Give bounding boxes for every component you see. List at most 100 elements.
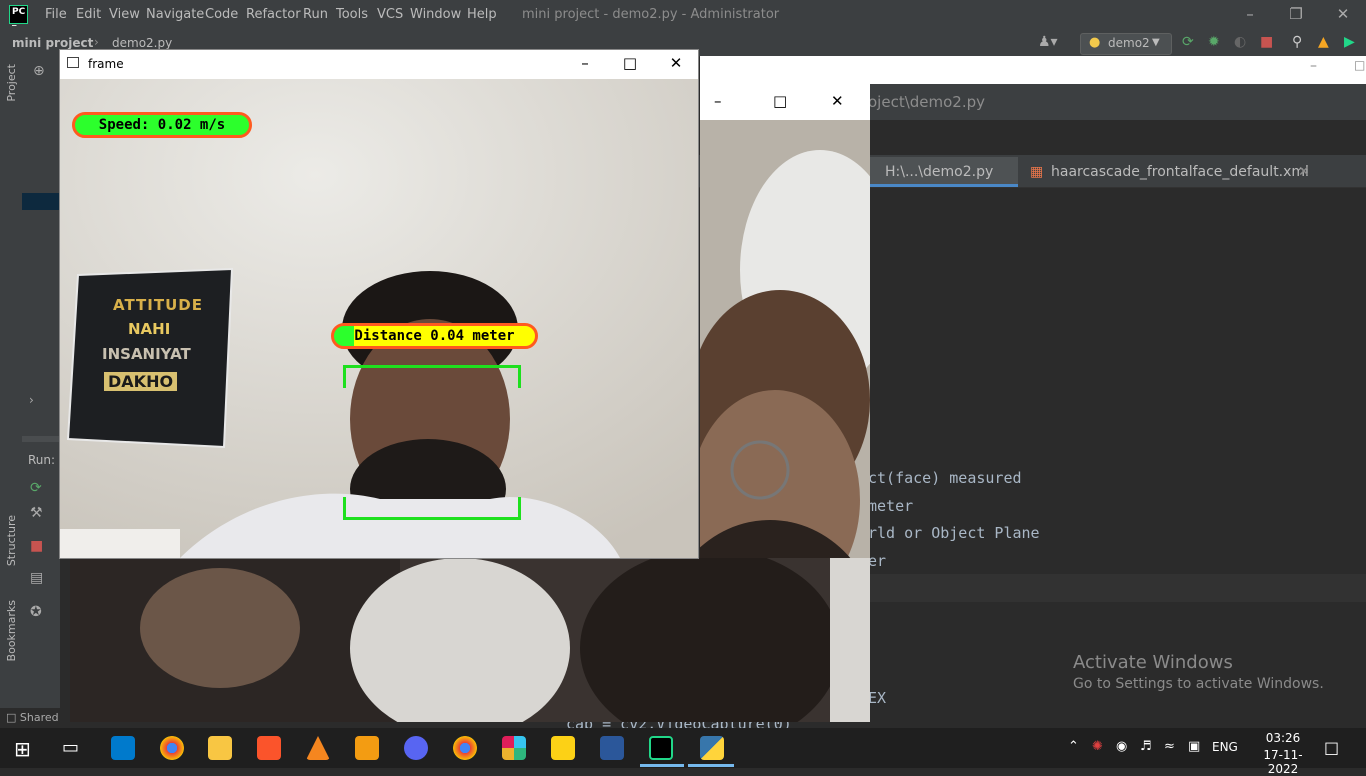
panel-splitter[interactable] (22, 436, 62, 442)
coverage-icon[interactable]: ◐ (1234, 34, 1246, 50)
pin-icon[interactable]: ✪ (30, 604, 42, 620)
close-icon[interactable]: ✕ (666, 54, 686, 72)
chevron-up-icon[interactable]: ⌃ (1068, 739, 1079, 754)
user-icon[interactable]: ♟▾ (1038, 34, 1058, 50)
file-explorer-icon[interactable] (208, 736, 232, 760)
sublime-icon[interactable] (355, 736, 379, 760)
chrome-icon[interactable] (453, 736, 477, 760)
window-app-icon (67, 57, 79, 68)
chrome-profile-icon[interactable] (160, 736, 184, 760)
menu-vcs[interactable]: VCS (377, 7, 403, 22)
plugin-icon[interactable]: ▶ (1344, 34, 1355, 50)
search-icon[interactable]: ⚲ (1292, 34, 1302, 50)
menu-run[interactable]: Run (303, 7, 328, 22)
maximize-icon[interactable]: □ (620, 54, 640, 72)
chevron-right-icon: › (94, 35, 99, 49)
menu-tools[interactable]: Tools (336, 7, 368, 22)
active-app-indicator (688, 764, 734, 767)
frame-titlebar[interactable] (60, 50, 698, 79)
editor-path: oject\demo2.py (868, 93, 986, 111)
brave-icon[interactable] (257, 736, 281, 760)
menu-edit[interactable]: Edit (76, 7, 101, 22)
structure-tool-tab[interactable]: Structure (5, 515, 18, 566)
menu-code[interactable]: Code (205, 7, 238, 22)
clock-date[interactable]: 17-11-2022 (1249, 748, 1317, 776)
breadcrumb-file[interactable]: demo2.py (112, 36, 172, 50)
run-config-label: demo2 (1108, 36, 1150, 50)
volume-icon[interactable]: ♬ (1140, 739, 1152, 754)
project-selected-row[interactable] (22, 193, 60, 210)
poster-line: INSANIYAT (102, 345, 191, 363)
minimize-icon[interactable]: – (1310, 58, 1317, 74)
language-indicator[interactable]: ENG (1212, 740, 1238, 754)
code-line: rld or Object Plane (868, 524, 1040, 542)
restore-icon[interactable]: ❐ (1286, 5, 1306, 23)
breadcrumb-project[interactable]: mini project (12, 36, 93, 50)
frame-title: frame (88, 57, 124, 71)
minimize-icon[interactable]: – (575, 54, 595, 72)
distance-text: Distance 0.04 meter (354, 328, 515, 344)
face-box-top (343, 365, 521, 388)
menu-view[interactable]: View (109, 7, 140, 22)
run-panel-label: Run: (28, 453, 56, 467)
python-icon[interactable] (700, 736, 724, 760)
close-tab-icon[interactable]: ✕ (1298, 164, 1310, 180)
python-icon: ● (1089, 35, 1101, 50)
menu-window[interactable]: Window (410, 7, 461, 22)
tab-haarcascade-label[interactable]: haarcascade_frontalface_default.xml (1051, 164, 1309, 180)
rerun-icon[interactable]: ⟳ (30, 480, 42, 496)
face-box-bottom (343, 497, 521, 520)
speed-overlay: Speed: 0.02 m/s (72, 112, 252, 138)
stop-icon[interactable]: ■ (30, 538, 43, 554)
battery-icon[interactable]: ▣ (1188, 739, 1200, 754)
window-title: mini project - demo2.py - Administrator (522, 7, 780, 22)
menu-help[interactable]: Help (467, 7, 497, 22)
distance-overlay: Distance 0.04 meter (331, 323, 538, 349)
menu-refactor[interactable]: Refactor (246, 7, 301, 22)
poster-line: NAHI (128, 320, 171, 338)
code-line: er (868, 552, 887, 570)
maximize-icon[interactable]: □ (1354, 58, 1365, 72)
minimize-icon[interactable]: – (1240, 5, 1260, 23)
expand-arrow-icon[interactable]: › (29, 393, 34, 407)
xml-file-icon: ▦ (1030, 164, 1044, 180)
vscode-icon[interactable] (111, 736, 135, 760)
code-line: ct(face) measured (868, 469, 1022, 487)
network-app-icon[interactable]: ✺ (1092, 739, 1103, 754)
discord-icon[interactable] (404, 736, 428, 760)
slack-icon[interactable] (502, 736, 526, 760)
bookmarks-tool-tab[interactable]: Bookmarks (5, 600, 18, 661)
notification-icon[interactable]: □ (1324, 738, 1339, 757)
current-line-highlight (870, 574, 1366, 602)
stop-icon[interactable]: ■ (1260, 34, 1273, 50)
camera-feed (60, 79, 698, 558)
maximize-icon[interactable]: □ (773, 92, 787, 110)
target-icon[interactable]: ⊕ (33, 63, 45, 79)
clock-time[interactable]: 03:26 (1263, 731, 1303, 745)
close-icon[interactable]: ✕ (831, 92, 844, 110)
menu-navigate[interactable]: Navigate (146, 7, 204, 22)
close-icon[interactable]: ✕ (1333, 5, 1353, 23)
second-camera-feed-lower (70, 558, 870, 722)
minimize-icon[interactable]: – (714, 92, 722, 110)
debug-icon[interactable]: ✹ (1208, 34, 1220, 50)
word-icon[interactable] (600, 736, 624, 760)
speed-text: Speed: 0.02 m/s (98, 117, 226, 133)
pycharm-icon[interactable] (649, 736, 673, 760)
update-icon[interactable]: ▲ (1318, 34, 1329, 50)
code-line: meter (868, 497, 914, 515)
chrome-tray-icon[interactable]: ◉ (1116, 739, 1127, 754)
rerun-icon[interactable]: ⟳ (1182, 34, 1194, 50)
wrench-icon[interactable]: ⚒ (30, 505, 43, 521)
sticky-notes-icon[interactable] (551, 736, 575, 760)
windows-start-icon[interactable]: ⊞ (14, 737, 31, 761)
project-tool-tab[interactable]: Project (5, 64, 18, 102)
active-app-indicator (640, 764, 684, 767)
layout-icon[interactable]: ▤ (30, 570, 43, 586)
poster-line: ATTITUDE (113, 296, 203, 314)
wifi-icon[interactable]: ≈ (1164, 739, 1175, 754)
code-line: EX (868, 689, 887, 707)
task-view-icon[interactable]: ▭ (62, 737, 79, 758)
activate-windows-title: Activate Windows (1073, 652, 1233, 673)
menu-file[interactable]: File (45, 7, 67, 22)
